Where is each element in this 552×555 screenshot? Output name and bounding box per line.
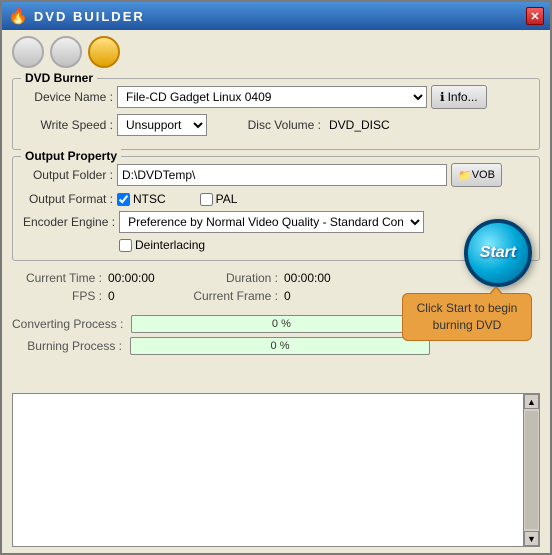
encoder-engine-row: Encoder Engine : Preference by Normal Vi… (23, 211, 529, 233)
toolbar (2, 30, 550, 74)
dvd-burner-label: DVD Burner (21, 71, 97, 85)
output-folder-input[interactable] (117, 164, 447, 186)
device-name-row: Device Name : File-CD Gadget Linux 0409 … (23, 85, 529, 109)
vob-button[interactable]: 📁 VOB (451, 163, 502, 187)
main-window: 🔥 DVD BUILDER ✕ DVD Burner Device Name :… (0, 0, 552, 555)
duration-value: 00:00:00 (284, 271, 344, 285)
info-icon: ℹ (440, 90, 445, 104)
output-format-label: Output Format : (23, 192, 113, 206)
pal-checkbox-label[interactable]: PAL (200, 192, 238, 206)
current-frame-label: Current Frame : (188, 289, 278, 303)
title-bar-left: 🔥 DVD BUILDER (8, 6, 145, 26)
current-time-item: Current Time : 00:00:00 (12, 271, 168, 285)
pal-checkbox[interactable] (200, 193, 213, 206)
converting-progress-bar: 0 % (131, 315, 431, 333)
start-tooltip: Click Start to begin burning DVD (402, 293, 532, 341)
encoder-engine-label: Encoder Engine : (23, 215, 115, 229)
start-button[interactable]: Start (464, 219, 532, 287)
folder-icon: 📁 (458, 169, 472, 182)
fps-value: 0 (108, 289, 168, 303)
output-property-label: Output Property (21, 149, 121, 163)
vob-btn-label: VOB (472, 169, 495, 181)
log-scrollbar: ▲ ▼ (523, 394, 539, 546)
toolbar-btn-3[interactable] (88, 36, 120, 68)
deinterlacing-checkbox[interactable] (119, 239, 132, 252)
info-btn-label: Info... (448, 90, 478, 104)
current-time-value: 00:00:00 (108, 271, 168, 285)
pal-label: PAL (216, 192, 238, 206)
disc-volume-value: DVD_DISC (329, 118, 390, 132)
output-property-group: Output Property Output Folder : 📁 VOB Ou… (12, 156, 540, 261)
log-text-area[interactable] (13, 394, 523, 546)
duration-label: Duration : (188, 271, 278, 285)
current-frame-value: 0 (284, 289, 344, 303)
log-area-wrapper: ▲ ▼ (12, 393, 540, 547)
burning-label: Burning Process : (12, 339, 122, 353)
write-speed-select[interactable]: Unsupport (117, 114, 207, 136)
ntsc-checkbox-label[interactable]: NTSC (117, 192, 166, 206)
toolbar-btn-1[interactable] (12, 36, 44, 68)
output-format-row: Output Format : NTSC PAL (23, 192, 529, 206)
deinterlacing-label: Deinterlacing (135, 238, 205, 252)
scroll-thumb (525, 411, 538, 529)
fps-label: FPS : (12, 289, 102, 303)
output-folder-label: Output Folder : (23, 168, 113, 182)
burning-percent: 0 % (271, 340, 290, 352)
dvd-burner-group: DVD Burner Device Name : File-CD Gadget … (12, 78, 540, 150)
main-content: DVD Burner Device Name : File-CD Gadget … (2, 74, 550, 553)
title-bar: 🔥 DVD BUILDER ✕ (2, 2, 550, 30)
device-name-select[interactable]: File-CD Gadget Linux 0409 (117, 86, 427, 108)
disc-volume-label: Disc Volume : (231, 118, 321, 132)
current-time-label: Current Time : (12, 271, 102, 285)
converting-label: Converting Process : (12, 317, 123, 331)
progress-section: Converting Process : 0 % Burning Process… (12, 313, 540, 355)
close-button[interactable]: ✕ (526, 7, 544, 25)
stats-row-1: Current Time : 00:00:00 Duration : 00:00… (12, 271, 540, 285)
start-btn-label: Start (480, 244, 516, 262)
duration-item: Duration : 00:00:00 (188, 271, 344, 285)
write-speed-row: Write Speed : Unsupport Disc Volume : DV… (23, 114, 529, 136)
info-button[interactable]: ℹ Info... (431, 85, 487, 109)
window-title: DVD BUILDER (34, 9, 145, 24)
encoder-select[interactable]: Preference by Normal Video Quality - Sta… (119, 211, 424, 233)
app-icon: 🔥 (8, 6, 28, 26)
ntsc-label: NTSC (133, 192, 166, 206)
burning-progress-bar: 0 % (130, 337, 430, 355)
fps-item: FPS : 0 (12, 289, 168, 303)
scroll-down-button[interactable]: ▼ (524, 531, 539, 546)
current-frame-item: Current Frame : 0 (188, 289, 344, 303)
ntsc-checkbox[interactable] (117, 193, 130, 206)
deinterlacing-checkbox-label[interactable]: Deinterlacing (119, 238, 205, 252)
converting-percent: 0 % (272, 318, 291, 330)
write-speed-label: Write Speed : (23, 118, 113, 132)
scroll-up-button[interactable]: ▲ (524, 394, 539, 409)
toolbar-btn-2[interactable] (50, 36, 82, 68)
output-folder-row: Output Folder : 📁 VOB (23, 163, 529, 187)
device-name-label: Device Name : (23, 90, 113, 104)
